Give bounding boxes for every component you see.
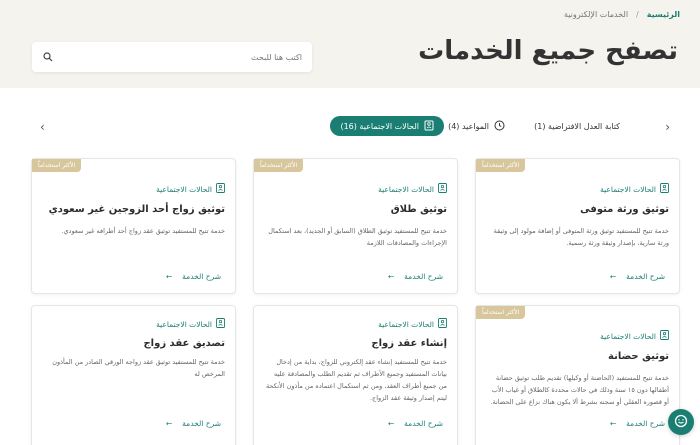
card-category-label: الحالات الاجتماعية [156, 184, 212, 194]
service-card[interactable]: الحالات الاجتماعية تصديق عقد زواج خدمة ت… [31, 305, 236, 445]
tab-label: المواعيد (4) [448, 121, 489, 131]
service-details-link[interactable]: شرح الخدمة ← [166, 272, 221, 281]
card-category-label: الحالات الاجتماعية [600, 331, 656, 341]
card-category-label: الحالات الاجتماعية [600, 184, 656, 194]
card-description: خدمة تتيح للمستفيد توثيق عقد زواجه الورق… [52, 358, 225, 378]
card-title: توثيق زواج أحد الزوجين غير سعودي [48, 204, 225, 215]
breadcrumb-separator: / [636, 10, 639, 19]
service-details-link[interactable]: شرح الخدمة ← [388, 272, 443, 281]
category-tabs: ‹ كتابة العدل الافتراضية (1) المواعيد (4… [0, 116, 700, 138]
most-used-badge: الأكثر استخداماً [476, 159, 526, 172]
breadcrumb: الرئيسية / الخدمات الإلكترونية [564, 10, 680, 19]
service-card[interactable]: الأكثر استخداماً الحالات الاجتماعية توثي… [253, 158, 458, 294]
family-icon [660, 330, 669, 342]
arrow-left-icon: ← [387, 272, 395, 281]
breadcrumb-current: الخدمات الإلكترونية [563, 10, 629, 19]
card-category: الحالات الاجتماعية [378, 318, 447, 330]
chat-icon [674, 413, 688, 432]
tab-virtual-notary[interactable]: كتابة العدل الافتراضية (1) [524, 116, 630, 136]
card-description: خدمة تتيح للمستفيد إنشاء عقد إلكتروني لل… [265, 358, 447, 402]
service-details-link[interactable]: شرح الخدمة ← [166, 419, 221, 428]
link-label: شرح الخدمة [182, 419, 221, 428]
service-card[interactable]: الأكثر استخداماً الحالات الاجتماعية توثي… [31, 158, 236, 294]
service-details-link[interactable]: شرح الخدمة ← [610, 272, 665, 281]
search-input[interactable] [82, 52, 302, 62]
card-title: تصديق عقد زواج [143, 338, 225, 349]
link-label: شرح الخدمة [404, 419, 443, 428]
tab-label: كتابة العدل الافتراضية (1) [534, 121, 620, 131]
family-icon [660, 183, 669, 195]
most-used-badge: الأكثر استخداماً [476, 306, 526, 319]
clock-icon [494, 120, 505, 133]
most-used-badge: الأكثر استخداماً [32, 159, 82, 172]
family-icon [424, 120, 434, 133]
card-title: توثيق ورثة متوفى [580, 204, 669, 215]
link-label: شرح الخدمة [404, 272, 443, 281]
search-icon[interactable] [42, 51, 54, 63]
family-icon [438, 318, 447, 330]
link-label: شرح الخدمة [626, 419, 665, 428]
card-title: توثيق حضانة [608, 351, 669, 362]
service-details-link[interactable]: شرح الخدمة ← [388, 419, 443, 428]
tab-appointments[interactable]: المواعيد (4) [438, 116, 515, 136]
card-category: الحالات الاجتماعية [600, 183, 669, 195]
link-label: شرح الخدمة [182, 272, 221, 281]
card-description: خدمة تتيح للمستفيد (الحاضنة أو وكيلها) ت… [490, 374, 669, 406]
tab-social-cases[interactable]: الحالات الاجتماعية (16) [330, 116, 444, 136]
card-description: خدمة تتيح للمستفيد توثيق الطلاق (السابق … [268, 227, 447, 247]
card-title: إنشاء عقد زواج [371, 338, 447, 349]
arrow-left-icon: ← [165, 272, 173, 281]
service-card[interactable]: الأكثر استخداماً الحالات الاجتماعية توثي… [475, 305, 680, 445]
card-category: الحالات الاجتماعية [378, 183, 447, 195]
breadcrumb-home[interactable]: الرئيسية [647, 10, 680, 19]
card-category-label: الحالات الاجتماعية [378, 319, 434, 329]
family-icon [216, 183, 225, 195]
tab-label: الحالات الاجتماعية (16) [340, 121, 419, 131]
arrow-left-icon: ← [609, 419, 617, 428]
tabs-next-arrow[interactable]: › [40, 120, 45, 134]
service-card[interactable]: الأكثر استخداماً الحالات الاجتماعية توثي… [475, 158, 680, 294]
page-title: تصفح جميع الخدمات [418, 36, 678, 66]
arrow-left-icon: ← [165, 419, 173, 428]
chat-button[interactable] [668, 409, 694, 435]
family-icon [216, 318, 225, 330]
card-description: خدمة تتيح للمستفيد توثيق ورثة المتوفى أو… [493, 227, 669, 247]
card-category-label: الحالات الاجتماعية [156, 319, 212, 329]
arrow-left-icon: ← [609, 272, 617, 281]
tabs-prev-arrow[interactable]: ‹ [665, 120, 670, 134]
service-card[interactable]: الحالات الاجتماعية إنشاء عقد زواج خدمة ت… [253, 305, 458, 445]
card-description: خدمة تتيح للمستفيد توثيق عقد زواج أحد أط… [61, 227, 225, 235]
card-category: الحالات الاجتماعية [600, 330, 669, 342]
arrow-left-icon: ← [387, 419, 395, 428]
card-category: الحالات الاجتماعية [156, 318, 225, 330]
card-category: الحالات الاجتماعية [156, 183, 225, 195]
link-label: شرح الخدمة [626, 272, 665, 281]
service-details-link[interactable]: شرح الخدمة ← [610, 419, 665, 428]
card-category-label: الحالات الاجتماعية [378, 184, 434, 194]
family-icon [438, 183, 447, 195]
most-used-badge: الأكثر استخداماً [254, 159, 304, 172]
card-title: توثيق طلاق [390, 204, 447, 215]
page-header: الرئيسية / الخدمات الإلكترونية تصفح جميع… [0, 0, 700, 88]
search-box [32, 42, 312, 72]
